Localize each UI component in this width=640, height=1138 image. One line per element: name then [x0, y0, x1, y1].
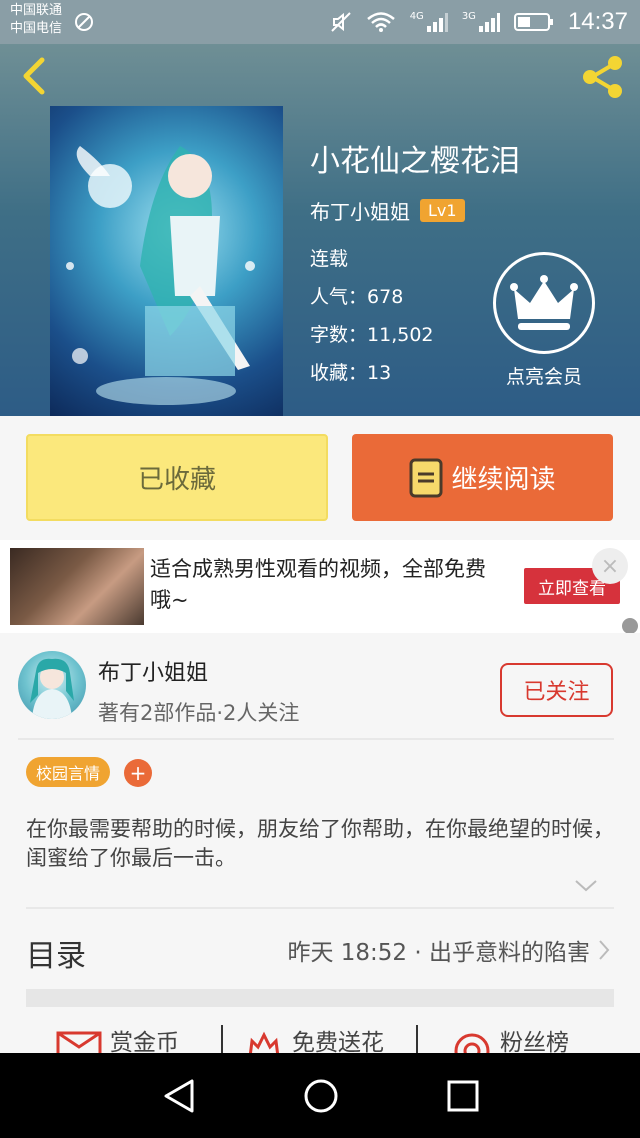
popularity-stat: 人气：678 — [310, 282, 403, 309]
collected-button[interactable]: 已收藏 — [26, 434, 328, 521]
signal-strength-icon — [478, 13, 500, 32]
add-tag-button[interactable]: + — [124, 759, 152, 787]
book-header: 小花仙之樱花泪 布丁小姐姐 Lv1 连载 人气：678 字数：11,502 收藏… — [0, 44, 640, 416]
no-sim-icon — [75, 13, 93, 31]
network-type-2: 3G — [461, 11, 476, 22]
follow-button[interactable]: 已关注 — [500, 663, 613, 717]
ad-image[interactable] — [10, 548, 144, 625]
genre-tag[interactable]: 校园言情 — [26, 757, 111, 787]
ad-banner[interactable]: 适合成熟男性观看的视频，全部免费哦~ 立即查看 × — [0, 540, 640, 634]
tip-coins-label: 赏金币 — [110, 1030, 179, 1053]
battery-icon — [513, 13, 553, 31]
book-status: 连载 — [310, 248, 349, 270]
target-icon — [454, 1033, 490, 1053]
bottom-action-tabs: 赏金币 免费送花 粉丝榜 — [0, 1019, 640, 1053]
ad-marker-icon — [622, 618, 638, 634]
network-type-1: 4G — [409, 11, 424, 22]
send-flower-tab[interactable]: 免费送花 — [244, 1023, 384, 1053]
carrier-info: 中国联通 中国电信 — [10, 2, 62, 38]
book-detail-content: 布丁小姐姐 著有2部作品·2人关注 已关注 校园言情 + 在你最需要帮助的时候，… — [0, 633, 640, 1053]
word-count-label: 字数： — [310, 324, 368, 346]
wifi-icon — [366, 12, 395, 32]
favorites-label: 收藏： — [310, 362, 368, 384]
book-icon — [409, 458, 443, 497]
avatar-illustration — [30, 658, 74, 719]
word-count-value: 11,502 — [367, 324, 434, 346]
envelope-icon — [56, 1031, 102, 1053]
vip-button[interactable] — [493, 252, 595, 354]
continue-reading-button[interactable]: 继续阅读 — [352, 434, 613, 521]
carrier-2: 中国电信 — [10, 21, 63, 36]
cover-illustration — [66, 146, 255, 405]
status-bar: 中国联通 中国电信 4G 3G 14:37 — [0, 0, 640, 44]
flower-icon — [248, 1031, 280, 1053]
book-cover[interactable] — [50, 106, 283, 416]
crown-icon — [510, 275, 578, 330]
chevron-down-icon[interactable] — [574, 879, 598, 893]
word-count-stat: 字数：11,502 — [310, 320, 434, 347]
author-line: 布丁小姐姐 Lv1 — [310, 196, 465, 225]
fan-ranking-label: 粉丝榜 — [500, 1030, 569, 1053]
ad-close-icon[interactable]: × — [592, 548, 628, 584]
mute-icon — [330, 12, 351, 32]
action-area: 已收藏 继续阅读 — [0, 416, 640, 540]
send-flower-label: 免费送花 — [292, 1030, 384, 1053]
divider — [26, 907, 614, 909]
book-description: 在你最需要帮助的时候，朋友给了你帮助，在你最绝望的时候，闺蜜给了你最后一击。 — [26, 817, 614, 870]
status-icons: 4G 3G 14:37 — [330, 6, 628, 38]
tab-separator — [221, 1025, 223, 1053]
latest-chapter[interactable]: 昨天 18:52 · 出乎意料的陷害 — [287, 933, 610, 967]
tab-separator — [416, 1025, 418, 1053]
latest-chapter-label: 昨天 18:52 · 出乎意料的陷害 — [287, 940, 590, 966]
nav-home-icon[interactable] — [300, 1075, 342, 1117]
vip-label[interactable]: 点亮会员 — [480, 362, 608, 389]
chevron-right-icon — [599, 940, 610, 960]
carrier-1: 中国联通 — [10, 3, 63, 18]
clock: 14:37 — [567, 8, 628, 35]
author-name[interactable]: 布丁小姐姐 — [98, 655, 208, 687]
favorites-value: 13 — [367, 362, 392, 384]
level-badge: Lv1 — [420, 199, 465, 222]
signal-1: 4G — [410, 11, 448, 33]
book-author[interactable]: 布丁小姐姐 — [310, 196, 410, 225]
nav-back-icon[interactable] — [158, 1075, 200, 1117]
signal-2: 3G — [462, 11, 500, 33]
author-stats: 著有2部作品·2人关注 — [98, 701, 300, 725]
fan-ranking-tab[interactable]: 粉丝榜 — [452, 1023, 569, 1053]
continue-reading-label: 继续阅读 — [451, 465, 556, 495]
share-icon[interactable] — [578, 52, 628, 102]
back-arrow-icon[interactable] — [14, 54, 58, 98]
toc-label[interactable]: 目录 — [26, 931, 86, 975]
divider — [18, 738, 614, 740]
system-nav-bar — [0, 1053, 640, 1138]
ad-text[interactable]: 适合成熟男性观看的视频，全部免费哦~ — [150, 554, 500, 616]
avatar[interactable] — [18, 651, 86, 719]
signal-strength-icon — [426, 13, 448, 32]
popularity-label: 人气： — [310, 286, 368, 308]
favorites-stat: 收藏：13 — [310, 358, 391, 385]
tip-coins-tab[interactable]: 赏金币 — [56, 1023, 179, 1053]
section-separator — [26, 989, 614, 1007]
popularity-value: 678 — [367, 286, 404, 308]
book-title: 小花仙之樱花泪 — [310, 144, 520, 179]
nav-recents-icon[interactable] — [442, 1075, 484, 1117]
